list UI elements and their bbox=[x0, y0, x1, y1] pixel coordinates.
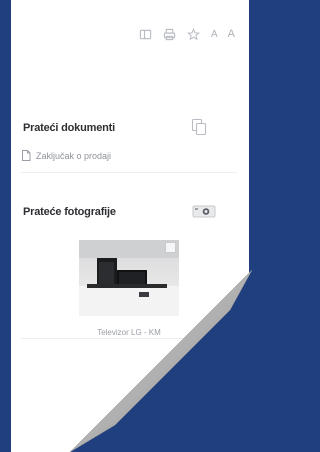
toolbar: A A bbox=[139, 26, 235, 42]
star-icon[interactable] bbox=[187, 27, 201, 41]
photos-title: Prateće fotografije bbox=[23, 206, 116, 218]
font-size-increase-button[interactable]: A bbox=[228, 27, 235, 41]
documents-divider bbox=[21, 172, 237, 173]
photo-caption: Televizor LG - KM bbox=[97, 328, 161, 337]
document-link-label: Zaključak o prodaji bbox=[36, 150, 112, 161]
content-panel: A A Prateći dokumenti Zaključak o prodaj… bbox=[11, 0, 249, 452]
photo-thumbnail[interactable] bbox=[79, 240, 179, 316]
font-size-decrease-button[interactable]: A bbox=[211, 27, 218, 41]
document-link[interactable]: Zaključak o prodaji bbox=[21, 150, 111, 161]
camera-icon[interactable] bbox=[192, 204, 216, 223]
photo-card[interactable]: Televizor LG - KM bbox=[75, 240, 183, 337]
layout-icon[interactable] bbox=[139, 27, 153, 41]
print-icon[interactable] bbox=[163, 27, 177, 41]
tv-photo-image bbox=[79, 240, 179, 316]
copy-documents-icon[interactable] bbox=[191, 118, 207, 141]
documents-title: Prateći dokumenti bbox=[23, 122, 115, 134]
photo-select-checkbox[interactable] bbox=[165, 242, 176, 253]
photos-divider bbox=[21, 338, 237, 339]
